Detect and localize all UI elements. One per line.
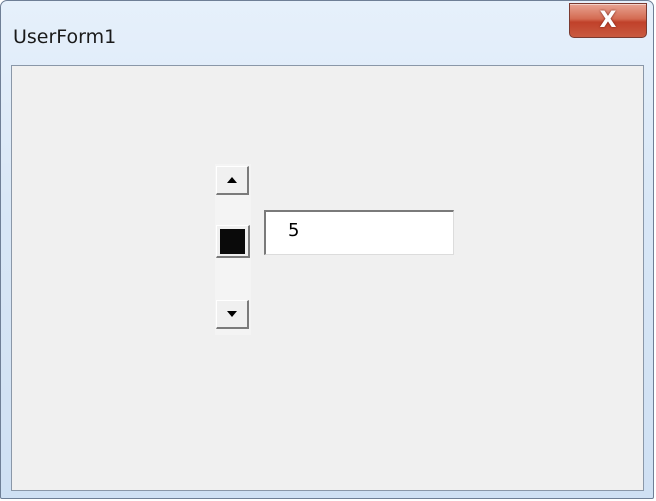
value-textbox[interactable]: 5	[264, 210, 454, 255]
spin-down-button[interactable]	[216, 300, 249, 329]
arrow-down-icon	[227, 311, 237, 317]
title-bar[interactable]: UserForm1 X	[1, 1, 653, 63]
arrow-up-icon	[227, 177, 237, 183]
window-title: UserForm1	[13, 26, 117, 48]
spin-focus-indicator[interactable]	[216, 225, 250, 258]
spin-button-control[interactable]	[215, 164, 251, 335]
close-button[interactable]: X	[569, 3, 647, 38]
focus-square	[220, 228, 245, 254]
userform-window: UserForm1 X 5	[0, 0, 654, 499]
form-client-area	[11, 65, 644, 491]
close-icon: X	[599, 7, 617, 33]
spin-up-button[interactable]	[216, 166, 249, 195]
